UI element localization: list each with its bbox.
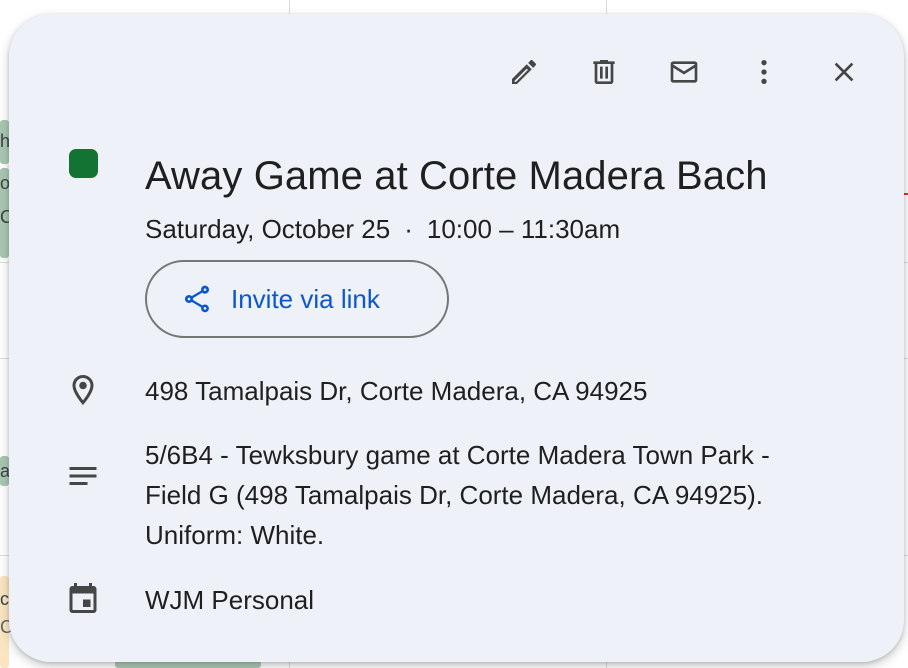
event-color-swatch bbox=[69, 149, 98, 178]
pencil-icon bbox=[512, 59, 537, 84]
event-datetime: Saturday, October 25 · 10:00 – 11:30am bbox=[145, 212, 620, 246]
background-event[interactable]: a bbox=[0, 456, 10, 486]
background-event[interactable]: oi C bbox=[0, 168, 14, 258]
email-guests-button[interactable] bbox=[664, 52, 704, 92]
background-event[interactable]: h bbox=[0, 120, 10, 164]
description-line: Field G (498 Tamalpais Dr, Corte Madera,… bbox=[145, 480, 764, 510]
edit-event-button[interactable] bbox=[504, 52, 544, 92]
trash-icon bbox=[593, 60, 615, 84]
event-time: 10:00 – 11:30am bbox=[426, 214, 621, 244]
invite-via-link-button[interactable]: Invite via link bbox=[145, 260, 449, 338]
description-line: 5/6B4 - Tewksbury game at Corte Madera T… bbox=[145, 440, 770, 470]
separator-dot: · bbox=[404, 214, 413, 244]
event-description: 5/6B4 - Tewksbury game at Corte Madera T… bbox=[145, 435, 845, 555]
location-pin-icon bbox=[65, 372, 101, 408]
description-line: Uniform: White. bbox=[145, 520, 325, 550]
close-button[interactable] bbox=[824, 52, 864, 92]
close-icon bbox=[834, 62, 854, 82]
more-vert-icon bbox=[761, 60, 767, 84]
share-icon bbox=[184, 285, 210, 313]
background-event[interactable]: cl C:1 bbox=[0, 576, 28, 668]
delete-event-button[interactable] bbox=[584, 52, 624, 92]
popup-toolbar bbox=[504, 52, 864, 92]
event-date: Saturday, October 25 bbox=[145, 214, 391, 244]
calendar-name: WJM Personal bbox=[145, 585, 315, 615]
more-options-button[interactable] bbox=[744, 52, 784, 92]
event-details-popup: Away Game at Corte Madera Bach Saturday,… bbox=[9, 14, 904, 662]
mail-icon bbox=[670, 61, 698, 83]
calendar-icon bbox=[65, 580, 101, 616]
invite-via-link-label: Invite via link bbox=[231, 283, 380, 314]
notes-icon bbox=[65, 458, 101, 494]
event-location[interactable]: 498 Tamalpais Dr, Corte Madera, CA 94925 bbox=[145, 371, 647, 411]
event-title: Away Game at Corte Madera Bach bbox=[145, 154, 768, 198]
